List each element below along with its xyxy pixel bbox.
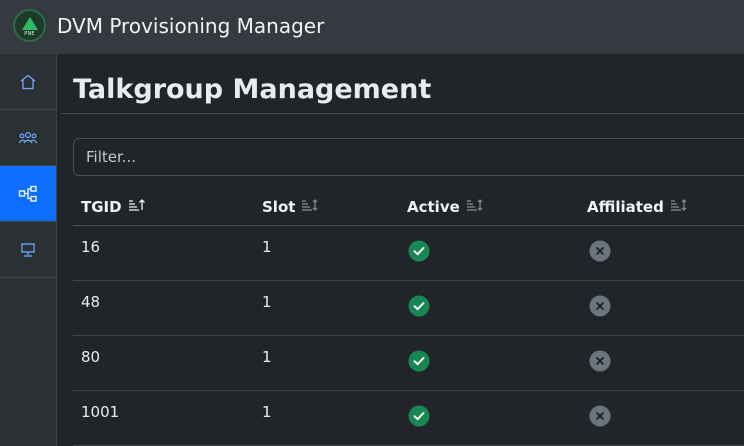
logo-triangle-icon: [21, 16, 38, 30]
app-title[interactable]: DVM Provisioning Manager: [57, 14, 324, 38]
sidebar-item-home[interactable]: [0, 54, 56, 110]
check-circle-icon: [408, 405, 430, 432]
check-circle-icon: [408, 295, 430, 322]
title-divider: [61, 113, 744, 114]
cell-slot: 1: [262, 403, 272, 421]
main-content: Talkgroup Management TGID Slot: [57, 54, 744, 446]
cell-tgid: 80: [81, 348, 101, 366]
cell-tgid: 16: [81, 238, 101, 256]
talkgroups-icon: [18, 185, 38, 203]
column-header-label: TGID: [81, 198, 122, 216]
sidebar-item-talkgroups[interactable]: [0, 166, 56, 222]
table-row[interactable]: 1001 1: [73, 391, 744, 446]
x-circle-icon: [589, 295, 611, 322]
table-row[interactable]: 16 1: [73, 226, 744, 281]
top-navbar: PNE DVM Provisioning Manager: [0, 0, 744, 54]
table-row[interactable]: 80 1: [73, 336, 744, 391]
talkgroup-table: TGID Slot Active Affiliated 16 1 48 1 80…: [73, 188, 744, 446]
sidebar-item-monitor[interactable]: [0, 222, 56, 278]
x-circle-icon: [589, 405, 611, 432]
column-header-label: Affiliated: [587, 198, 664, 216]
sort-icon[interactable]: [466, 198, 484, 216]
x-circle-icon: [589, 240, 611, 267]
sidebar: [0, 54, 57, 446]
check-circle-icon: [408, 240, 430, 267]
app-logo[interactable]: PNE: [13, 9, 46, 42]
column-header-active[interactable]: Active: [407, 198, 484, 216]
column-header-label: Slot: [262, 198, 296, 216]
sort-icon[interactable]: [301, 198, 319, 216]
table-row[interactable]: 48 1: [73, 281, 744, 336]
monitor-icon: [19, 241, 37, 259]
sort-ascending-icon[interactable]: [128, 198, 146, 216]
users-icon: [18, 130, 38, 146]
column-header-tgid[interactable]: TGID: [81, 198, 146, 216]
x-circle-icon: [589, 350, 611, 377]
filter-input[interactable]: [73, 138, 744, 176]
check-circle-icon: [408, 350, 430, 377]
sidebar-item-users[interactable]: [0, 110, 56, 166]
cell-slot: 1: [262, 348, 272, 366]
cell-tgid: 1001: [81, 403, 120, 421]
cell-slot: 1: [262, 293, 272, 311]
column-header-affiliated[interactable]: Affiliated: [587, 198, 688, 216]
logo-text: PNE: [24, 30, 35, 37]
home-icon: [19, 73, 37, 91]
page-title: Talkgroup Management: [73, 74, 432, 105]
sort-icon[interactable]: [670, 198, 688, 216]
column-header-label: Active: [407, 198, 460, 216]
table-header: TGID Slot Active Affiliated: [73, 188, 744, 226]
column-header-slot[interactable]: Slot: [262, 198, 319, 216]
cell-slot: 1: [262, 238, 272, 256]
cell-tgid: 48: [81, 293, 101, 311]
